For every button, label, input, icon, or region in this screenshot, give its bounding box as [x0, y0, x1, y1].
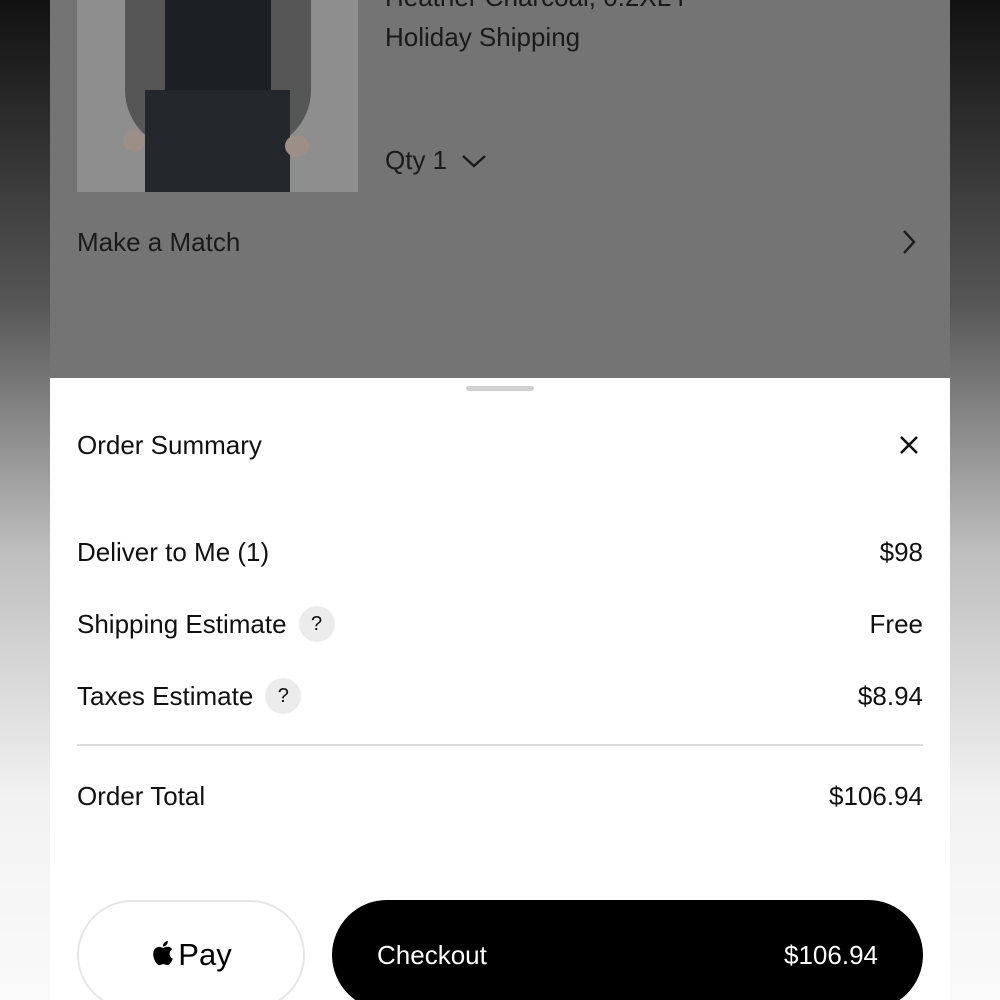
qty-selector[interactable]: Qty 1	[385, 145, 487, 176]
chevron-down-icon	[462, 154, 486, 168]
summary-row-taxes: Taxes Estimate ? $8.94	[77, 676, 923, 716]
sheet-title: Order Summary	[77, 430, 262, 460]
checkout-button[interactable]: Checkout $106.94	[332, 900, 923, 1000]
product-shipping-text: Holiday Shipping	[385, 22, 581, 52]
checkout-amount: $106.94	[784, 939, 878, 970]
summary-row-total: Order Total $106.94	[77, 776, 923, 816]
make-a-match-row[interactable]: Make a Match	[77, 222, 917, 262]
summary-row-deliver: Deliver to Me (1) $98	[77, 532, 923, 572]
order-total-value: $106.94	[829, 780, 923, 811]
taxes-help-icon[interactable]: ?	[265, 678, 302, 714]
close-button[interactable]	[892, 428, 926, 462]
shipping-help-icon[interactable]: ?	[298, 606, 335, 642]
taxes-value: $8.94	[857, 680, 923, 711]
deliver-value: $98	[879, 536, 923, 567]
cart-item-dimmed: Heather Charcoal, 0.2XL P Holiday Shippi…	[50, 0, 950, 378]
apple-logo-icon	[153, 941, 174, 966]
chevron-right-icon	[903, 230, 916, 254]
qty-label: Qty 1	[385, 145, 448, 175]
phone-screen: Heather Charcoal, 0.2XL P Holiday Shippi…	[50, 0, 950, 1000]
summary-row-shipping: Shipping Estimate ? Free	[77, 604, 923, 644]
product-image[interactable]	[77, 0, 358, 192]
make-a-match-label: Make a Match	[77, 226, 241, 257]
apple-pay-label: Pay	[178, 937, 232, 972]
close-icon	[900, 436, 918, 454]
order-total-label: Order Total	[77, 780, 206, 811]
deliver-label: Deliver to Me (1)	[77, 536, 270, 567]
order-summary-sheet: Order Summary Deliver to Me (1) $98 Ship…	[50, 378, 950, 1000]
taxes-label: Taxes Estimate ?	[77, 678, 302, 714]
shipping-label: Shipping Estimate ?	[77, 606, 335, 642]
sheet-grabber[interactable]	[466, 386, 534, 391]
shipping-value: Free	[869, 608, 923, 639]
checkout-label: Checkout	[377, 939, 487, 970]
apple-pay-button[interactable]: Pay	[77, 900, 305, 1000]
summary-divider	[77, 744, 923, 746]
product-variant-text: Heather Charcoal, 0.2XL P	[385, 0, 695, 13]
